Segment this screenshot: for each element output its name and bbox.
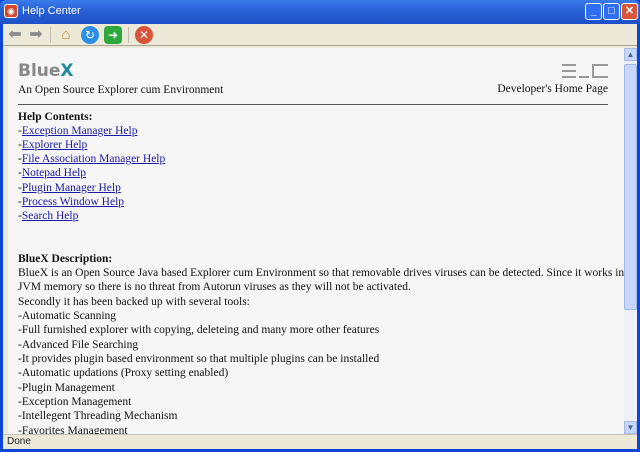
back-icon[interactable]: ⬅ xyxy=(6,26,24,44)
help-link-item: -Search Help xyxy=(18,210,79,222)
description-line: Secondly it has been backed up with seve… xyxy=(18,296,250,308)
toolbar-separator xyxy=(128,27,129,43)
description-heading: BlueX Description: xyxy=(18,253,113,265)
window-frame: ⬅ ➡ ⌂ ↻ ➜ ✕ BlueX An Open Source Explore… xyxy=(3,24,637,449)
scroll-thumb[interactable] xyxy=(624,64,637,310)
app-icon: ◉ xyxy=(4,4,18,18)
refresh-icon[interactable]: ↻ xyxy=(81,26,99,44)
minimize-button[interactable]: _ xyxy=(585,3,602,20)
description-line: -It provides plugin based environment so… xyxy=(18,353,380,365)
vertical-scrollbar[interactable]: ▲ ▼ xyxy=(624,48,637,434)
description-line: -Automatic updations (Proxy setting enab… xyxy=(18,367,229,379)
toolbar-separator xyxy=(50,27,51,43)
help-link-item: -Exception Manager Help xyxy=(18,125,138,137)
notepad-help-link[interactable]: Notepad Help xyxy=(22,167,86,179)
process-window-help-link[interactable]: Process Window Help xyxy=(22,196,124,208)
stop-icon[interactable]: ✕ xyxy=(135,26,153,44)
status-bar: Done xyxy=(3,434,637,449)
help-link-item: -Process Window Help xyxy=(18,196,125,208)
search-help-link[interactable]: Search Help xyxy=(22,210,79,222)
window-title: Help Center xyxy=(22,5,81,17)
description-line: -Advanced File Searching xyxy=(18,339,139,351)
help-link-item: -Notepad Help xyxy=(18,167,87,179)
toolbar: ⬅ ➡ ⌂ ↻ ➜ ✕ xyxy=(3,24,637,46)
description-line: -Plugin Management xyxy=(18,382,115,394)
go-icon[interactable]: ➜ xyxy=(104,26,122,44)
help-content: BlueX An Open Source Explorer cum Enviro… xyxy=(8,48,624,434)
home-icon[interactable]: ⌂ xyxy=(57,26,75,44)
description-line: -Favorites Management xyxy=(18,425,128,434)
plugin-manager-help-link[interactable]: Plugin Manager Help xyxy=(22,182,121,194)
bluex-logo: BlueX xyxy=(18,61,74,81)
description-line: -Full furnished explorer with copying, d… xyxy=(18,324,380,336)
description-line: -Intellegent Threading Mechanism xyxy=(18,410,178,422)
file-association-help-link[interactable]: File Association Manager Help xyxy=(22,153,165,165)
maximize-button[interactable]: □ xyxy=(603,3,620,20)
forward-icon[interactable]: ➡ xyxy=(27,26,45,44)
developer-logo-icon xyxy=(562,64,608,78)
explorer-help-link[interactable]: Explorer Help xyxy=(22,139,87,151)
help-contents-heading: Help Contents: xyxy=(18,111,93,123)
title-bar: ◉ Help Center _ □ ✕ xyxy=(0,0,640,24)
help-link-item: -Explorer Help xyxy=(18,139,88,151)
exception-manager-help-link[interactable]: Exception Manager Help xyxy=(22,125,138,137)
description-line: BlueX is an Open Source Java based Explo… xyxy=(18,267,624,279)
description-line: -Automatic Scanning xyxy=(18,310,117,322)
scroll-up-icon[interactable]: ▲ xyxy=(624,48,637,61)
developer-home-link[interactable]: Developer's Home Page xyxy=(497,83,608,95)
description-line: -Exception Management xyxy=(18,396,132,408)
close-button[interactable]: ✕ xyxy=(621,3,638,20)
scroll-down-icon[interactable]: ▼ xyxy=(624,421,637,434)
divider xyxy=(18,104,608,105)
description-line: JVM memory so there is no threat from Au… xyxy=(18,281,411,293)
tagline: An Open Source Explorer cum Environment xyxy=(18,84,224,96)
help-link-item: -Plugin Manager Help xyxy=(18,182,121,194)
help-link-item: -File Association Manager Help xyxy=(18,153,166,165)
